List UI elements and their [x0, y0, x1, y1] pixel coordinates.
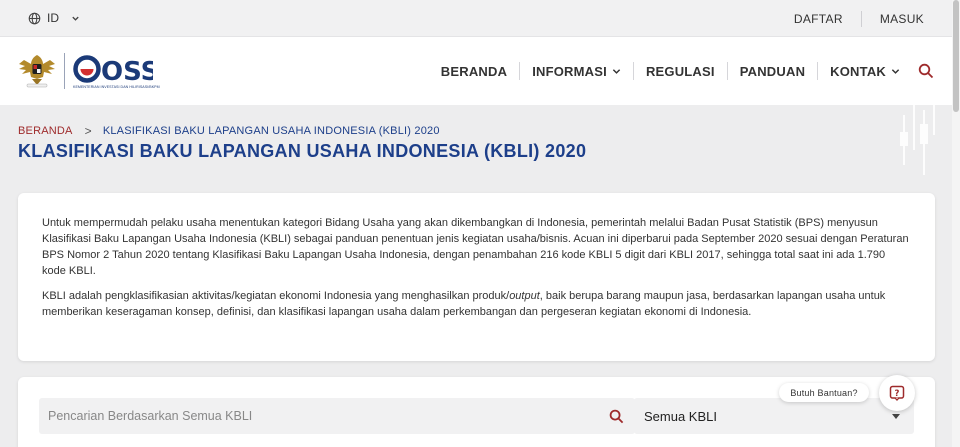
breadcrumb-current: KLASIFIKASI BAKU LAPANGAN USAHA INDONESI… — [102, 125, 440, 137]
page-title: KLASIFIKASI BAKU LAPANGAN USAHA INDONESI… — [18, 141, 587, 161]
divider — [519, 62, 521, 80]
intro-paragraph: Untuk mempermudah pelaku usaha menentuka… — [42, 217, 909, 277]
chevron-down-icon — [891, 68, 900, 74]
register-link[interactable]: DAFTAR — [794, 12, 843, 26]
chevron-down-icon — [72, 16, 79, 21]
account-links: DAFTAR MASUK — [794, 0, 924, 37]
logo-divider — [64, 53, 65, 89]
nav-kontak[interactable]: KONTAK — [830, 64, 900, 79]
intro-paragraph: KBLI adalah pengklasifikasian aktivitas/… — [42, 290, 886, 318]
decorative-chart-graphic — [900, 105, 935, 175]
search-icon[interactable] — [609, 409, 624, 424]
divider — [726, 62, 728, 80]
page-header: BERANDA > KLASIFIKASI BAKU LAPANGAN USAH… — [0, 105, 952, 180]
page-scrollbar[interactable] — [952, 0, 960, 447]
garuda-emblem-icon — [19, 55, 55, 88]
login-link[interactable]: MASUK — [880, 12, 924, 26]
nav-panduan[interactable]: PANDUAN — [740, 64, 805, 79]
globe-icon — [28, 12, 41, 24]
site-logo[interactable]: OSS KEMENTERIAN INVESTASI DAN HILIRISASI… — [16, 51, 160, 91]
search-icon[interactable] — [918, 63, 934, 79]
select-value: Semua KBLI — [644, 408, 717, 424]
nav-regulasi[interactable]: REGULASI — [646, 64, 715, 79]
divider — [817, 62, 819, 80]
chevron-down-icon — [612, 68, 621, 74]
main-menu: BERANDA INFORMASI REGULASI PANDUAN KONTA… — [441, 37, 934, 105]
oss-wordmark: OSS — [101, 57, 153, 84]
nav-label: REGULASI — [645, 63, 715, 79]
svg-text:?: ? — [895, 389, 900, 399]
nav-label: PANDUAN — [739, 63, 806, 79]
divider — [860, 10, 862, 27]
caret-down-icon — [892, 414, 900, 419]
top-bar: ID DAFTAR MASUK — [0, 0, 952, 37]
oss-brand: OSS KEMENTERIAN INVESTASI DAN HILIRISASI… — [73, 54, 160, 89]
scrollbar-thumb[interactable] — [953, 0, 959, 112]
question-icon: ? — [889, 385, 905, 401]
intro-card: Untuk mempermudah pelaku usaha menentuka… — [18, 193, 935, 361]
nav-label: KONTAK — [830, 63, 886, 79]
breadcrumb-separator: > — [84, 124, 92, 138]
language-label: ID — [47, 11, 59, 25]
oss-logo: OSS — [73, 54, 153, 84]
kbli-search-box — [39, 398, 635, 434]
help-button[interactable]: ? — [879, 375, 915, 411]
divider — [632, 62, 634, 80]
nav-informasi[interactable]: INFORMASI — [532, 64, 621, 79]
language-selector[interactable]: ID — [28, 11, 80, 25]
kbli-search-input[interactable] — [48, 409, 588, 423]
nav-label: INFORMASI — [532, 63, 607, 79]
kbli-category-select[interactable]: Semua KBLI — [634, 398, 914, 434]
logo-subtitle: KEMENTERIAN INVESTASI DAN HILIRISASI/BKP… — [73, 84, 160, 89]
nav-beranda[interactable]: BERANDA — [441, 64, 507, 79]
breadcrumb-home[interactable]: BERANDA — [18, 125, 73, 137]
help-tooltip[interactable]: Butuh Bantuan? — [779, 383, 869, 402]
nav-label: BERANDA — [440, 63, 508, 79]
main-navbar: OSS KEMENTERIAN INVESTASI DAN HILIRISASI… — [0, 37, 952, 105]
breadcrumb: BERANDA > KLASIFIKASI BAKU LAPANGAN USAH… — [18, 124, 440, 138]
